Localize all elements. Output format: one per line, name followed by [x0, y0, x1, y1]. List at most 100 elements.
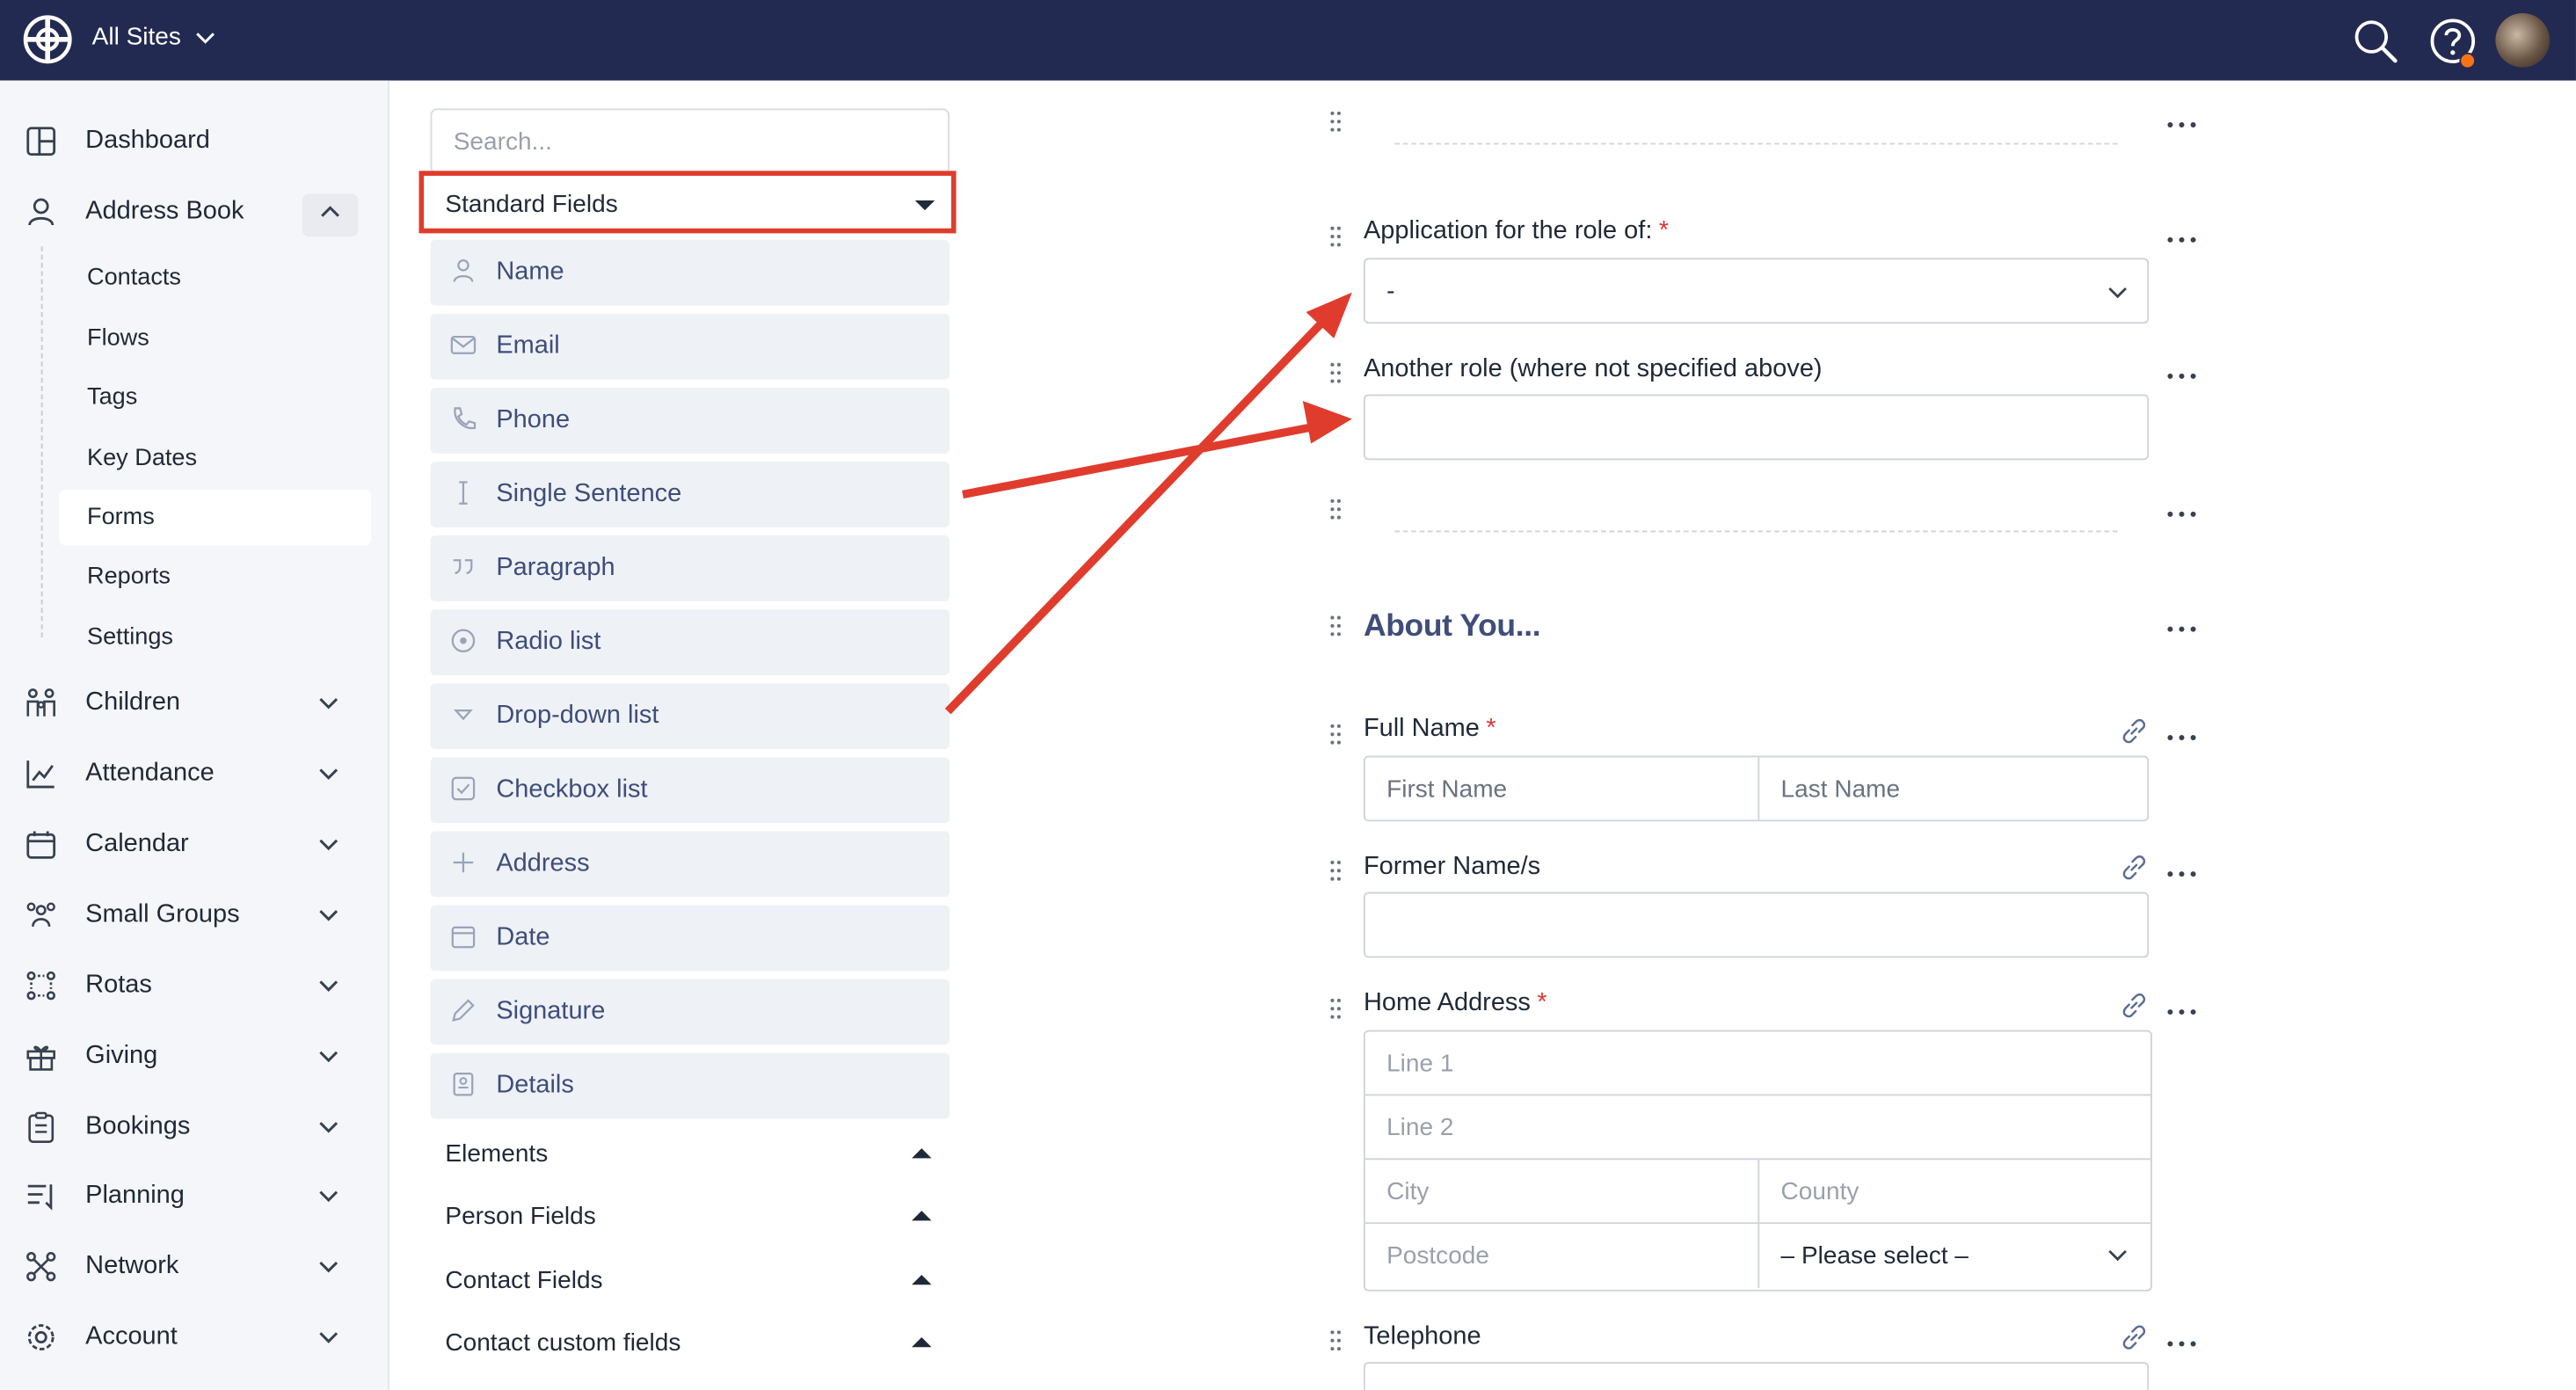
phone-icon: [454, 407, 477, 430]
sidebar-subitem-tags[interactable]: Tags: [59, 369, 371, 426]
annotation-arrow-1: [962, 421, 1322, 499]
sidebar-item-small-groups[interactable]: Small Groups: [0, 889, 388, 942]
home-address-group: Line 1 Line 2 City County Postcode – Ple…: [1363, 1030, 2152, 1292]
address-city-input[interactable]: City: [1365, 1160, 1760, 1225]
palette-field-label: Date: [496, 923, 550, 951]
palette-field-checkbox-list[interactable]: Checkbox list: [430, 757, 950, 824]
sidebar-item-rotas[interactable]: Rotas: [0, 959, 388, 1012]
site-switcher[interactable]: All Sites: [92, 23, 217, 51]
sidebar-item-address-book[interactable]: Address Book: [0, 186, 388, 238]
chevron-down-icon: [319, 1122, 338, 1133]
palette-group-contact-fields[interactable]: Contact Fields: [431, 1256, 950, 1306]
chevron-down-icon: [319, 839, 338, 851]
telephone-input[interactable]: [1363, 1362, 2150, 1390]
address-country-select[interactable]: – Please select –: [1759, 1224, 2150, 1288]
drag-handle-icon[interactable]: [1328, 498, 1344, 520]
person-icon: [453, 259, 474, 282]
palette-field-drop-down-list[interactable]: Drop-down list: [430, 683, 950, 750]
palette-group-elements[interactable]: Elements: [431, 1131, 950, 1180]
sidebar-subitem-contacts[interactable]: Contacts: [59, 250, 371, 306]
drag-handle-icon[interactable]: [1328, 859, 1344, 882]
link-icon[interactable]: [2119, 991, 2149, 1021]
full-name-label-text: Full Name: [1363, 714, 1480, 743]
sidebar-item-giving[interactable]: Giving: [0, 1030, 388, 1083]
sidebar-item-bookings[interactable]: Bookings: [0, 1101, 388, 1153]
more-options-icon[interactable]: [2165, 371, 2198, 381]
palette-field-email[interactable]: Email: [430, 313, 950, 380]
palette-group-label: Person Fields: [445, 1202, 596, 1231]
sidebar-item-label: Account: [85, 1322, 178, 1350]
children-icon: [26, 688, 55, 717]
sidebar-item-label: Calendar: [85, 829, 189, 858]
globe-logo-icon[interactable]: [23, 15, 72, 64]
sidebar-subitem-flows[interactable]: Flows: [59, 310, 371, 367]
full-name-group: First Name Last Name: [1363, 755, 2150, 822]
sidebar-subitem-reports[interactable]: Reports: [59, 549, 371, 605]
palette-group-contact-custom-fields[interactable]: Contact custom fields: [431, 1319, 950, 1368]
more-options-icon[interactable]: [2165, 120, 2198, 129]
drag-handle-icon[interactable]: [1328, 225, 1344, 248]
address-county-input[interactable]: County: [1759, 1160, 2150, 1224]
address-line1-input[interactable]: Line 1: [1364, 1031, 2150, 1096]
palette-field-label: Address: [496, 849, 590, 877]
full-name-label: Full Name *: [1364, 715, 1496, 745]
first-name-input[interactable]: First Name: [1365, 757, 1760, 820]
sidebar-item-calendar[interactable]: Calendar: [0, 819, 388, 871]
palette-field-single-sentence[interactable]: Single Sentence: [430, 462, 950, 528]
palette-field-name[interactable]: Name: [430, 239, 950, 306]
more-options-icon[interactable]: [2165, 1339, 2198, 1349]
more-options-icon[interactable]: [2165, 1007, 2198, 1016]
postcode-placeholder: Postcode: [1386, 1241, 1489, 1270]
palette-field-signature[interactable]: Signature: [430, 979, 950, 1045]
palette-group-person-fields[interactable]: Person Fields: [431, 1193, 950, 1242]
field-search-input[interactable]: Search...: [430, 108, 950, 175]
palette-field-phone[interactable]: Phone: [430, 387, 950, 454]
more-options-icon[interactable]: [2165, 624, 2198, 634]
sidebar-item-children[interactable]: Children: [0, 677, 388, 730]
field-category-select[interactable]: Standard Fields: [418, 171, 957, 234]
palette-field-address[interactable]: Address: [430, 831, 950, 898]
sidebar-item-label: Planning: [85, 1181, 185, 1210]
drag-handle-icon[interactable]: [1328, 615, 1344, 637]
link-icon[interactable]: [2119, 717, 2149, 746]
palette-field-paragraph[interactable]: Paragraph: [430, 535, 950, 601]
avatar[interactable]: [2495, 12, 2551, 68]
drag-handle-icon[interactable]: [1328, 1329, 1344, 1352]
drag-handle-icon[interactable]: [1328, 723, 1344, 746]
sidebar-item-attendance[interactable]: Attendance: [0, 747, 388, 800]
address-postcode-input[interactable]: Postcode: [1365, 1224, 1760, 1288]
pencil-icon: [452, 999, 475, 1022]
sidebar-subitem-forms[interactable]: Forms: [59, 489, 372, 546]
sidebar-subitem-key-dates[interactable]: Key Dates: [59, 431, 371, 487]
chevron-down-icon: [319, 1261, 338, 1273]
address-line2-input[interactable]: Line 2: [1364, 1095, 2150, 1161]
drag-handle-icon[interactable]: [1328, 997, 1344, 1020]
palette-field-radio-list[interactable]: Radio list: [430, 609, 950, 675]
palette-field-details[interactable]: Details: [430, 1052, 950, 1119]
last-name-input[interactable]: Last Name: [1759, 757, 2147, 819]
more-options-icon[interactable]: [2165, 235, 2198, 244]
sidebar-subitem-settings[interactable]: Settings: [59, 609, 371, 666]
link-icon[interactable]: [2119, 1322, 2149, 1352]
palette-field-label: Drop-down list: [496, 701, 659, 730]
former-name-input[interactable]: [1363, 891, 2150, 958]
sidebar-item-planning[interactable]: Planning: [0, 1169, 388, 1222]
role-select[interactable]: -: [1363, 258, 2150, 324]
sidebar-item-dashboard[interactable]: Dashboard: [0, 115, 388, 168]
another-role-input[interactable]: [1363, 394, 2150, 461]
calendar-icon: [451, 926, 476, 949]
palette-field-date[interactable]: Date: [430, 905, 950, 972]
chevron-down-icon: [2108, 287, 2127, 299]
drag-handle-icon[interactable]: [1328, 361, 1344, 384]
sidebar-item-network[interactable]: Network: [0, 1241, 388, 1293]
more-options-icon[interactable]: [2165, 869, 2198, 878]
gift-icon: [26, 1045, 55, 1071]
link-icon[interactable]: [2119, 853, 2149, 883]
more-options-icon[interactable]: [2165, 509, 2198, 519]
drag-handle-icon[interactable]: [1328, 110, 1344, 133]
sidebar-item-account[interactable]: Account: [0, 1311, 388, 1364]
palette-field-label: Single Sentence: [496, 479, 682, 508]
search-icon[interactable]: [2351, 17, 2400, 66]
planning-icon: [27, 1184, 53, 1211]
more-options-icon[interactable]: [2165, 732, 2198, 742]
